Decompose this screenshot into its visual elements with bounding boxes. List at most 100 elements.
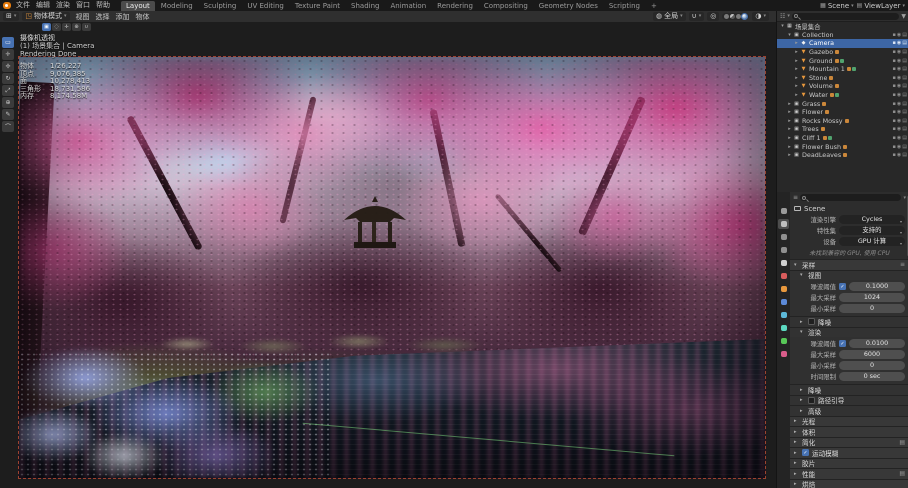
properties-tab-physics[interactable] bbox=[778, 323, 789, 333]
rendered-shading-icon[interactable] bbox=[742, 14, 747, 19]
properties-filter-icon[interactable]: ≡ bbox=[793, 194, 798, 201]
filter-icon[interactable]: ▼ bbox=[901, 13, 906, 20]
checkbox-icon[interactable]: ▪ bbox=[893, 92, 896, 98]
noise-threshold-slider[interactable]: 0.1000 bbox=[849, 282, 905, 291]
camera-restrict-icon[interactable]: ▤ bbox=[902, 92, 907, 98]
cursor-tool-button[interactable]: ✛ bbox=[2, 49, 14, 60]
camera-restrict-icon[interactable]: ▤ bbox=[902, 58, 907, 64]
rotate-tool-button[interactable]: ↻ bbox=[2, 73, 14, 84]
tweak-tool-icon[interactable]: ◌ bbox=[52, 23, 61, 31]
section-光程[interactable]: ▸光程 bbox=[790, 416, 908, 427]
gizmo-tool-icon[interactable]: ⊕ bbox=[72, 23, 81, 31]
viewport-menu-3[interactable]: 物体 bbox=[133, 12, 153, 22]
checkbox-icon[interactable]: ▪ bbox=[893, 101, 896, 107]
workspace-tab-animation[interactable]: Animation bbox=[385, 1, 431, 11]
camera-restrict-icon[interactable]: ▤ bbox=[902, 49, 907, 55]
active-tool-icon[interactable]: ▣ bbox=[42, 23, 51, 31]
eye-icon[interactable]: ◉ bbox=[897, 152, 901, 158]
section-sampling[interactable]: ▾ 采样 ≡ bbox=[790, 259, 908, 270]
camera-restrict-icon[interactable]: ▤ bbox=[902, 118, 907, 124]
section-checkbox[interactable]: ✓ bbox=[802, 449, 809, 456]
workspace-tab-rendering[interactable]: Rendering bbox=[432, 1, 478, 11]
workspace-tab-layout[interactable]: Layout bbox=[121, 1, 155, 11]
chevron-right-icon[interactable]: ▸ bbox=[793, 40, 800, 46]
outliner-row-场景集合[interactable]: ▾▦场景集合 bbox=[777, 22, 908, 31]
outliner-search[interactable] bbox=[792, 13, 899, 20]
checkbox-icon[interactable]: ▪ bbox=[893, 109, 896, 115]
viewport-menu-0[interactable]: 视图 bbox=[73, 12, 93, 22]
properties-search-input[interactable] bbox=[808, 194, 899, 201]
checkbox-icon[interactable]: ▪ bbox=[893, 40, 896, 46]
proportional-edit-button[interactable]: ◎ bbox=[707, 12, 719, 21]
camera-restrict-icon[interactable]: ▤ bbox=[902, 144, 907, 150]
editor-type-button[interactable]: ⊞ ▾ bbox=[3, 12, 19, 21]
eye-icon[interactable]: ◉ bbox=[897, 118, 901, 124]
select-box-tool-button[interactable]: ▭ bbox=[2, 37, 14, 48]
outliner-row-stone[interactable]: ▸▼Stone▪◉▤ bbox=[777, 74, 908, 83]
section-烘焙[interactable]: ▸烘焙 bbox=[790, 479, 908, 488]
outliner-search-input[interactable] bbox=[800, 13, 897, 20]
properties-tab-material[interactable] bbox=[778, 349, 789, 359]
topbar-menu-2[interactable]: 渲染 bbox=[53, 0, 73, 11]
denoise-checkbox[interactable] bbox=[808, 318, 815, 325]
workspace-tab-modeling[interactable]: Modeling bbox=[156, 1, 198, 11]
section-运动模糊[interactable]: ▸✓运动模糊 bbox=[790, 447, 908, 458]
chevron-right-icon[interactable]: ▸ bbox=[793, 58, 800, 64]
workspace-tab--[interactable]: + bbox=[646, 1, 662, 11]
section-checkbox[interactable] bbox=[808, 397, 815, 404]
outliner-row-flower[interactable]: ▸▣Flower▪◉▤ bbox=[777, 108, 908, 117]
viewport-menu-2[interactable]: 添加 bbox=[113, 12, 133, 22]
annotate-tool-button[interactable]: ✎ bbox=[2, 109, 14, 120]
workspace-tab-sculpting[interactable]: Sculpting bbox=[199, 1, 242, 11]
device-dropdown[interactable]: GPU 计算 ▾ bbox=[839, 237, 905, 246]
blender-logo-icon[interactable] bbox=[3, 2, 11, 9]
view-layer-selector[interactable]: ▤ ViewLayer ▾ bbox=[857, 2, 905, 10]
chevron-right-icon[interactable]: ▸ bbox=[786, 109, 793, 115]
chevron-right-icon[interactable]: ▸ bbox=[793, 83, 800, 89]
eye-icon[interactable]: ◉ bbox=[897, 92, 901, 98]
transform-tool-button[interactable]: ⊕ bbox=[2, 97, 14, 108]
eye-icon[interactable]: ◉ bbox=[897, 101, 901, 107]
topbar-menu-1[interactable]: 编辑 bbox=[33, 0, 53, 11]
viewport-3d[interactable]: ⊞ ▾ ◳ 物体模式 ▾ 视图选择添加物体 ◍ 全局 ▾ ∪ ▾ bbox=[0, 11, 776, 488]
camera-restrict-icon[interactable]: ▤ bbox=[902, 66, 907, 72]
section-降噪[interactable]: ▸降噪 bbox=[790, 384, 908, 395]
camera-restrict-icon[interactable]: ▤ bbox=[902, 75, 907, 81]
properties-tab-tool[interactable] bbox=[778, 206, 789, 216]
section-高级[interactable]: ▸高级 bbox=[790, 405, 908, 416]
scene-selector[interactable]: ▦ Scene ▾ bbox=[820, 2, 854, 10]
chevron-right-icon[interactable]: ▸ bbox=[786, 118, 793, 124]
eye-icon[interactable]: ◉ bbox=[897, 144, 901, 150]
outliner-row-ground[interactable]: ▸▼Ground▪◉▤ bbox=[777, 56, 908, 65]
chevron-down-icon[interactable]: ▾ bbox=[779, 23, 786, 29]
outliner-row-deadleaves[interactable]: ▸▣DeadLeaves▪◉▤ bbox=[777, 151, 908, 160]
eye-icon[interactable]: ◉ bbox=[897, 83, 901, 89]
outliner-row-grass[interactable]: ▸▣Grass▪◉▤ bbox=[777, 99, 908, 108]
eye-icon[interactable]: ◉ bbox=[897, 32, 901, 38]
preset-menu-icon[interactable]: ≡ bbox=[900, 261, 905, 268]
checkbox-icon[interactable]: ▪ bbox=[893, 75, 896, 81]
topbar-menu-4[interactable]: 帮助 bbox=[93, 0, 113, 11]
section-体积[interactable]: ▸体积 bbox=[790, 426, 908, 437]
checkbox-icon[interactable]: ▪ bbox=[893, 126, 896, 132]
shading-mode-switch[interactable] bbox=[722, 13, 749, 20]
outliner-row-cliff-1[interactable]: ▸▣Cliff 1▪◉▤ bbox=[777, 134, 908, 143]
outliner-row-water[interactable]: ▸▼Water▪◉▤ bbox=[777, 91, 908, 100]
properties-tab-object-data[interactable] bbox=[778, 336, 789, 346]
wireframe-shading-icon[interactable] bbox=[724, 14, 729, 19]
section-胶片[interactable]: ▸胶片 bbox=[790, 458, 908, 469]
time-limit-slider[interactable]: 0 sec bbox=[839, 372, 905, 381]
section-性能[interactable]: ▸性能▤ bbox=[790, 468, 908, 479]
section-sampling-render[interactable]: ▾ 渲染 bbox=[790, 327, 908, 338]
render-engine-dropdown[interactable]: Cycles ▾ bbox=[839, 215, 905, 224]
material-shading-icon[interactable] bbox=[736, 14, 741, 19]
checkbox-icon[interactable]: ▪ bbox=[893, 144, 896, 150]
camera-restrict-icon[interactable]: ▤ bbox=[902, 152, 907, 158]
max-samples-slider[interactable]: 1024 bbox=[839, 293, 905, 302]
workspace-tab-uv-editing[interactable]: UV Editing bbox=[242, 1, 289, 11]
chevron-right-icon[interactable]: ▸ bbox=[793, 92, 800, 98]
chevron-right-icon[interactable]: ▸ bbox=[793, 49, 800, 55]
outliner-row-trees[interactable]: ▸▣Trees▪◉▤ bbox=[777, 125, 908, 134]
scale-tool-button[interactable]: ⤢ bbox=[2, 85, 14, 96]
camera-restrict-icon[interactable]: ▤ bbox=[902, 83, 907, 89]
